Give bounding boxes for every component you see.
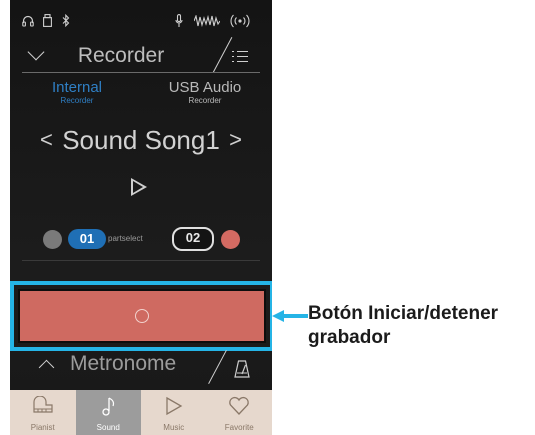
record-start-stop-button[interactable] — [18, 289, 266, 343]
phone-screen: Recorder Internal Recorder USB Audio Rec… — [10, 0, 272, 435]
microphone-icon — [175, 14, 183, 27]
menu-list-icon[interactable] — [232, 50, 248, 64]
metronome-bar[interactable]: Metronome — [10, 349, 272, 385]
nav-favorite[interactable]: Favorite — [207, 390, 273, 435]
metronome-label: Metronome — [70, 352, 177, 375]
bottom-navigation: Pianist Sound Music Favorite — [10, 390, 272, 435]
part-selector: 01 partselect 02 — [10, 227, 272, 253]
divider-slash — [208, 349, 228, 385]
header: Recorder — [10, 37, 272, 80]
bluetooth-icon — [62, 14, 70, 27]
status-bar — [10, 10, 272, 32]
part1-button[interactable]: 01 — [68, 229, 106, 249]
callout-label: Botón Iniciar/detener grabador — [308, 303, 499, 348]
part2-button[interactable]: 02 — [172, 227, 214, 251]
nav-label: Sound — [96, 423, 120, 432]
song-name: Sound Song1 — [62, 125, 220, 155]
section-divider — [22, 260, 260, 261]
metronome-icon[interactable] — [234, 360, 250, 378]
tab-internal-recorder[interactable]: Internal Recorder — [12, 80, 142, 106]
song-selector: < Sound Song1 > — [10, 125, 272, 161]
music-note-icon — [102, 397, 115, 416]
nav-sound[interactable]: Sound — [75, 390, 141, 435]
nav-label: Favorite — [224, 423, 254, 432]
recorder-tabs: Internal Recorder USB Audio Recorder — [10, 80, 272, 112]
nav-label: Pianist — [30, 423, 55, 432]
part2-indicator-dot — [221, 230, 240, 249]
next-song-button[interactable]: > — [229, 127, 242, 153]
heart-icon — [229, 396, 250, 415]
record-button-highlight — [10, 281, 272, 351]
previous-song-button[interactable]: < — [40, 127, 53, 153]
tab-sublabel: Recorder — [60, 96, 94, 105]
wireless-icon — [230, 14, 250, 28]
play-icon[interactable] — [131, 178, 147, 196]
tab-label: USB Audio — [168, 79, 242, 96]
piano-icon — [33, 396, 53, 413]
callout-arrow-icon — [272, 310, 308, 322]
part-select-label: partselect — [108, 234, 143, 243]
part1-indicator-dot — [43, 230, 62, 249]
play-icon — [166, 396, 183, 416]
header-underline — [22, 72, 260, 73]
usb-drive-icon — [43, 14, 52, 27]
record-circle-icon — [135, 309, 149, 323]
nav-label: Music — [163, 423, 185, 432]
tab-usb-audio-recorder[interactable]: USB Audio Recorder — [140, 80, 270, 106]
nav-pianist[interactable]: Pianist — [10, 390, 76, 435]
page-title: Recorder — [77, 44, 165, 67]
chevron-up-icon[interactable] — [38, 359, 55, 376]
tab-label: Internal — [51, 79, 103, 96]
nav-music[interactable]: Music — [141, 390, 207, 435]
headphones-icon — [22, 15, 34, 27]
tab-sublabel: Recorder — [188, 96, 222, 105]
audio-signal-icon — [194, 15, 220, 27]
